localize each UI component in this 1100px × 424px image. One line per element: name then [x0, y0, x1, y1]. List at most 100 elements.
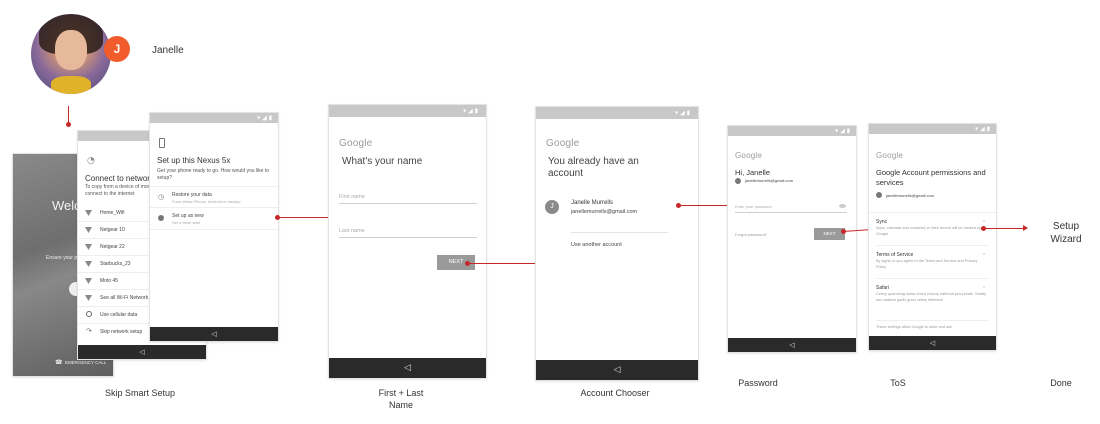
back-icon[interactable]: ◁	[211, 330, 216, 338]
label-account-chooser: Account Chooser	[580, 388, 650, 398]
avatar-face	[55, 30, 87, 70]
welcome-sub: Ensure your pl	[46, 255, 79, 261]
network-label: Skip network setup	[100, 329, 143, 335]
history-icon: ◷	[158, 193, 165, 201]
terms-title: Terms of Service	[876, 252, 914, 258]
chevron-up-icon[interactable]: ⌃	[982, 253, 986, 259]
network-label: Home_Wifi	[100, 210, 125, 216]
wifi-signal-icon	[85, 261, 92, 267]
skip-icon: ↷	[86, 327, 92, 335]
status-bar: ▾◢▮	[869, 124, 996, 134]
nav-bar: ◁	[329, 358, 486, 378]
network-label: Moto 45	[100, 278, 119, 284]
connector-dot	[66, 122, 71, 127]
tos-screen: ▾◢▮ Google Google Account permissions an…	[869, 124, 996, 350]
status-bar: ▾◢▮	[329, 105, 486, 117]
emergency-call[interactable]: EMERGENCY CALL	[65, 360, 106, 365]
connector-dot	[676, 203, 681, 208]
terms-section[interactable]: Terms of Service By signin in you agree …	[876, 252, 988, 270]
google-logo: Google	[339, 138, 373, 149]
tos-footer: These settings allow Google to store and…	[876, 325, 952, 329]
tos-email: janellemurrells@gmail.com	[886, 193, 935, 198]
back-icon[interactable]: ◁	[139, 348, 144, 356]
name-title: What's your name	[342, 156, 423, 167]
account-email: janellemurrells@gmail.com	[571, 209, 638, 215]
label-password: Password	[738, 378, 778, 388]
network-label: Starbucks_23	[100, 261, 131, 267]
account-avatar	[876, 192, 882, 198]
avatar	[31, 14, 111, 94]
connector-line	[678, 205, 735, 206]
nexus-setup-screen: ▾◢▮ Set up this Nexus 5x Get your phone …	[150, 113, 278, 341]
network-label: Netgear 22	[100, 244, 125, 250]
nexus-title: Set up this Nexus 5x	[157, 156, 231, 165]
safari-title: Safari	[876, 285, 890, 291]
connector-dot	[841, 229, 846, 234]
wifi-signal-icon	[85, 244, 92, 250]
sync-title: Sync	[876, 219, 888, 225]
nav-bar: ◁	[150, 327, 278, 341]
sync-section[interactable]: Sync Apps, calendar and contacts) on the…	[876, 219, 988, 237]
connector-dot	[465, 261, 470, 266]
last-name-field[interactable]: Last name	[339, 228, 477, 238]
status-icons: ▾◢▮	[257, 114, 274, 122]
status-icons: ▾◢▮	[835, 127, 852, 135]
info-icon	[158, 215, 164, 221]
account-chooser-screen: ▾◢▮ Google You already have an account J…	[536, 107, 698, 380]
phone-device-icon	[159, 138, 165, 148]
connector-dot	[981, 226, 986, 231]
google-logo: Google	[876, 151, 903, 160]
setup-new-option[interactable]: Set up as new Set a fresh start	[150, 208, 278, 230]
account-row[interactable]: J Janelle Murrells janellemurrells@gmail…	[536, 195, 698, 231]
wifi-signal-icon	[85, 210, 92, 216]
avatar-badge: J	[104, 36, 130, 62]
nav-bar: ◁	[536, 360, 698, 380]
tos-title: Google Account permissions and services	[876, 168, 986, 187]
status-icons: ▾◢▮	[675, 109, 692, 117]
user-name: Janelle	[152, 45, 184, 56]
network-label: Use cellular data	[100, 312, 138, 318]
google-logo: Google	[735, 151, 762, 160]
chevron-up-icon[interactable]: ⌃	[982, 286, 986, 292]
wifi-signal-icon	[85, 278, 92, 284]
account-title: You already have an account	[548, 156, 639, 179]
connector-line	[467, 263, 543, 264]
status-icons: ▾◢▮	[463, 107, 480, 115]
back-icon[interactable]: ◁	[930, 339, 935, 347]
google-logo: Google	[546, 138, 580, 149]
safari-desc: Celery quandong swiss chard chicory eart…	[876, 292, 987, 302]
label-done: Done	[1050, 378, 1072, 388]
label-first-last-name: First + Last Name	[378, 388, 424, 410]
divider	[876, 320, 989, 321]
avatar-flowers	[51, 76, 91, 94]
wifi-icon: ◔	[87, 156, 95, 166]
wifi-signal-icon	[85, 227, 92, 233]
connector-line	[983, 228, 1026, 229]
arrow-head-icon	[1023, 225, 1028, 231]
status-bar: ▾◢▮	[536, 107, 698, 119]
divider	[876, 278, 989, 279]
eye-icon[interactable]	[839, 204, 846, 208]
setup-new-title: Set up as new	[172, 213, 204, 219]
back-icon[interactable]: ◁	[614, 365, 621, 375]
back-icon[interactable]: ◁	[404, 363, 411, 373]
connector-dot	[275, 215, 280, 220]
back-icon[interactable]: ◁	[789, 341, 794, 349]
name-screen: ▾◢▮ Google What's your name First name L…	[329, 105, 486, 378]
divider	[876, 245, 989, 246]
network-label: See all Wi-Fi Network	[100, 295, 149, 301]
account-avatar: J	[545, 200, 559, 214]
first-name-field[interactable]: First name	[339, 194, 477, 204]
password-greeting: Hi, Janelle	[735, 168, 771, 177]
restore-sub: From either iPhone, Android or backup	[172, 199, 241, 204]
nav-bar: ◁	[728, 338, 856, 352]
restore-option[interactable]: ◷ Restore your data From either iPhone, …	[150, 186, 278, 208]
account-avatar	[735, 178, 741, 184]
network-desc: To copy from a device of mor connect to …	[85, 184, 150, 197]
use-another-account[interactable]: Use another account	[571, 242, 622, 248]
password-field[interactable]: Enter your password	[735, 204, 847, 213]
safari-section[interactable]: Safari Celery quandong swiss chard chico…	[876, 285, 988, 303]
phone-icon: ☎	[55, 359, 63, 366]
forgot-password-link[interactable]: Forgot password?	[735, 232, 767, 237]
label-tos: ToS	[890, 378, 906, 388]
